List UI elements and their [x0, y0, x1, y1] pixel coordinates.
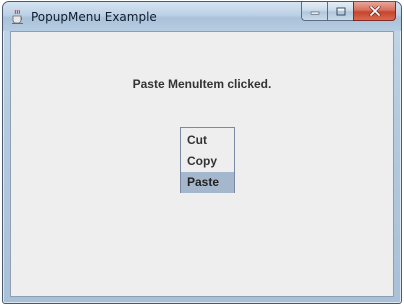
minimize-button[interactable]: [301, 2, 327, 21]
title-bar[interactable]: PopupMenu Example: [3, 2, 401, 31]
window-title: PopupMenu Example: [31, 10, 157, 24]
close-icon: [369, 6, 380, 16]
maximize-button[interactable]: [327, 2, 353, 21]
menu-item-cut[interactable]: Cut: [181, 130, 234, 151]
menu-item-paste[interactable]: Paste: [181, 172, 234, 193]
content-panel: Paste MenuItem clicked. Cut Copy Paste: [10, 31, 394, 297]
java-coffee-cup-icon[interactable]: [10, 9, 26, 25]
menu-item-copy[interactable]: Copy: [181, 151, 234, 172]
minimize-icon: [310, 11, 319, 15]
popup-menu: Cut Copy Paste: [180, 127, 235, 193]
maximize-icon: [336, 7, 345, 15]
window-controls: [301, 2, 396, 22]
app-window: PopupMenu Example Paste MenuItem clicked…: [2, 1, 402, 304]
close-button[interactable]: [353, 2, 396, 21]
status-label: Paste MenuItem clicked.: [132, 77, 272, 91]
